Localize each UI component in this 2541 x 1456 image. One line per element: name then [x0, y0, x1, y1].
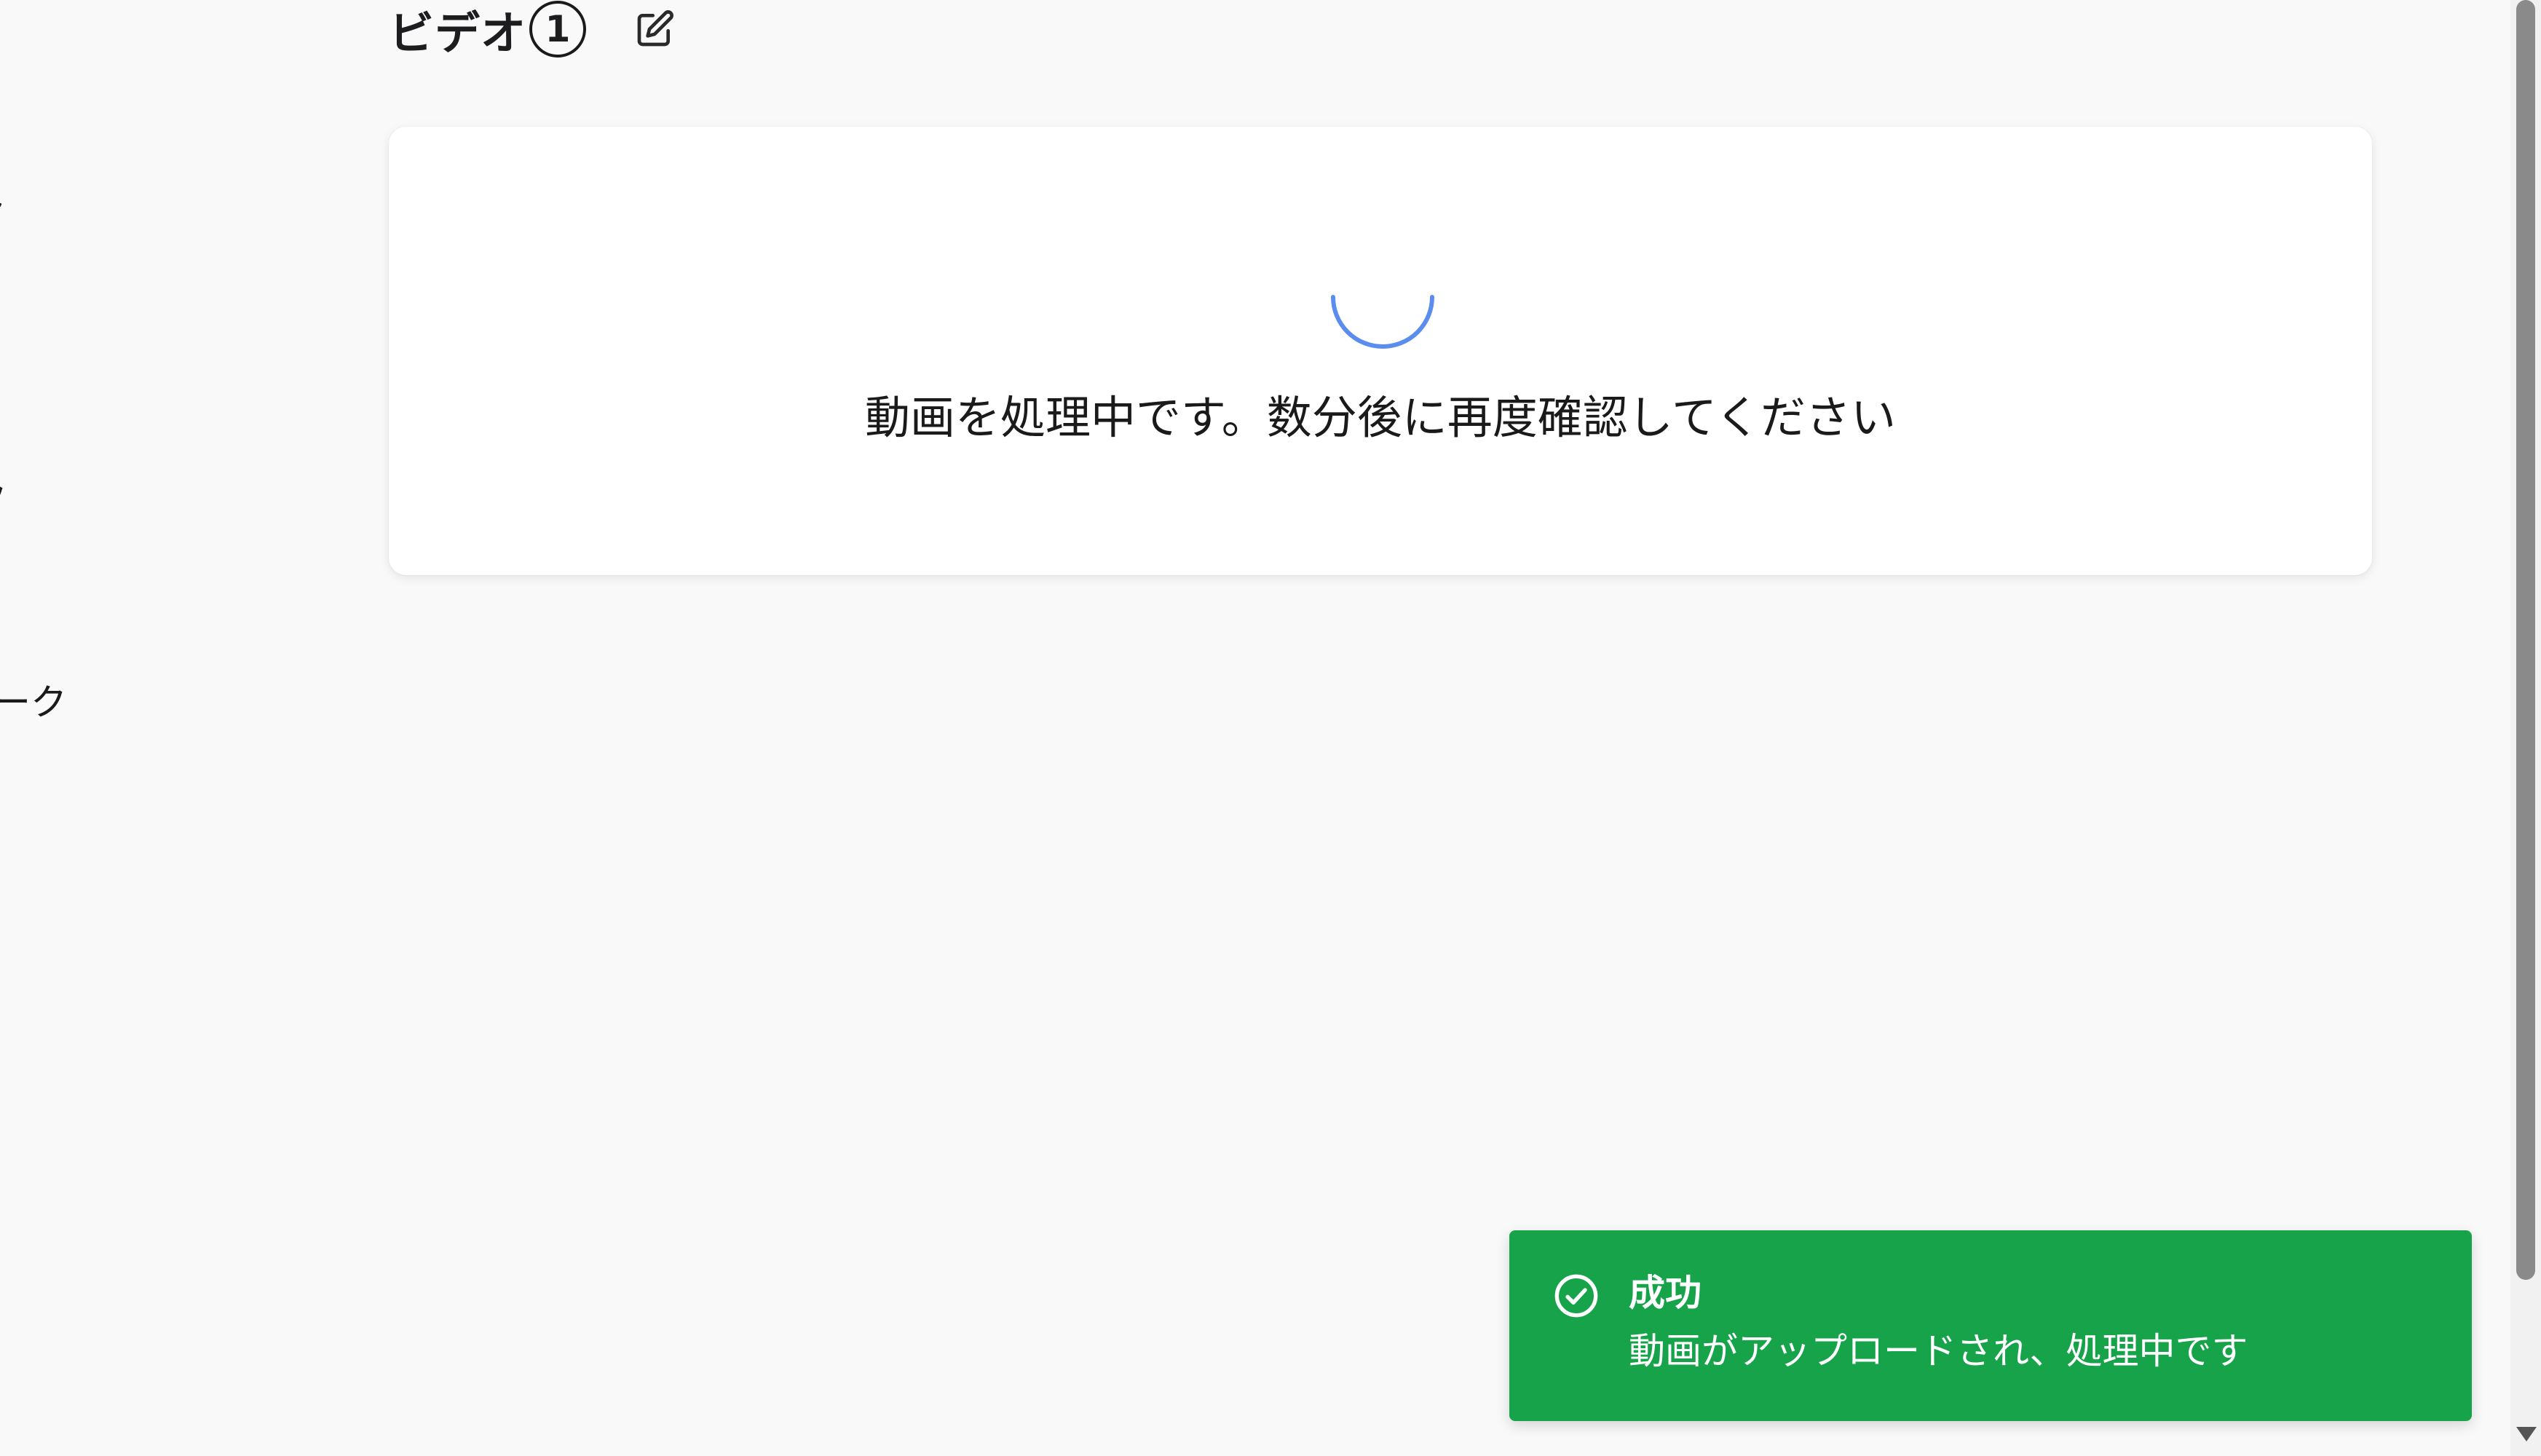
success-toast[interactable]: 成功 動画がアップロードされ、処理中です	[1509, 1230, 2472, 1421]
page-header: ビデオ 1	[389, 0, 676, 60]
scrollbar[interactable]	[2510, 0, 2541, 1456]
sidebar-item-1[interactable]: ト	[0, 182, 7, 226]
sidebar-item-3[interactable]: ーク	[0, 681, 67, 724]
video-processing-card: 動画を処理中です。数分後に再度確認してください	[389, 127, 2372, 575]
toast-message: 動画がアップロードされ、処理中です	[1629, 1330, 2248, 1372]
sidebar-item-label: ーク	[0, 681, 67, 724]
edit-button[interactable]	[633, 7, 676, 51]
edit-icon	[637, 10, 673, 47]
sidebar-item-label: ク	[0, 478, 7, 520]
scroll-down-arrow-icon[interactable]	[2516, 1427, 2537, 1441]
processing-message: 動画を処理中です。数分後に再度確認してください	[864, 391, 1897, 444]
scrollbar-thumb[interactable]	[2516, 0, 2535, 1280]
sidebar-item-2[interactable]: ク	[0, 477, 7, 521]
sidebar-item-label: ト	[0, 183, 7, 225]
video-count-badge: 1	[529, 1, 587, 58]
sidebar: ト ク ーク	[0, 0, 218, 1456]
spinner-icon	[1331, 295, 1434, 349]
page-title: ビデオ	[389, 7, 527, 60]
toast-title: 成功	[1629, 1272, 1702, 1314]
check-circle-icon	[1554, 1274, 1598, 1318]
